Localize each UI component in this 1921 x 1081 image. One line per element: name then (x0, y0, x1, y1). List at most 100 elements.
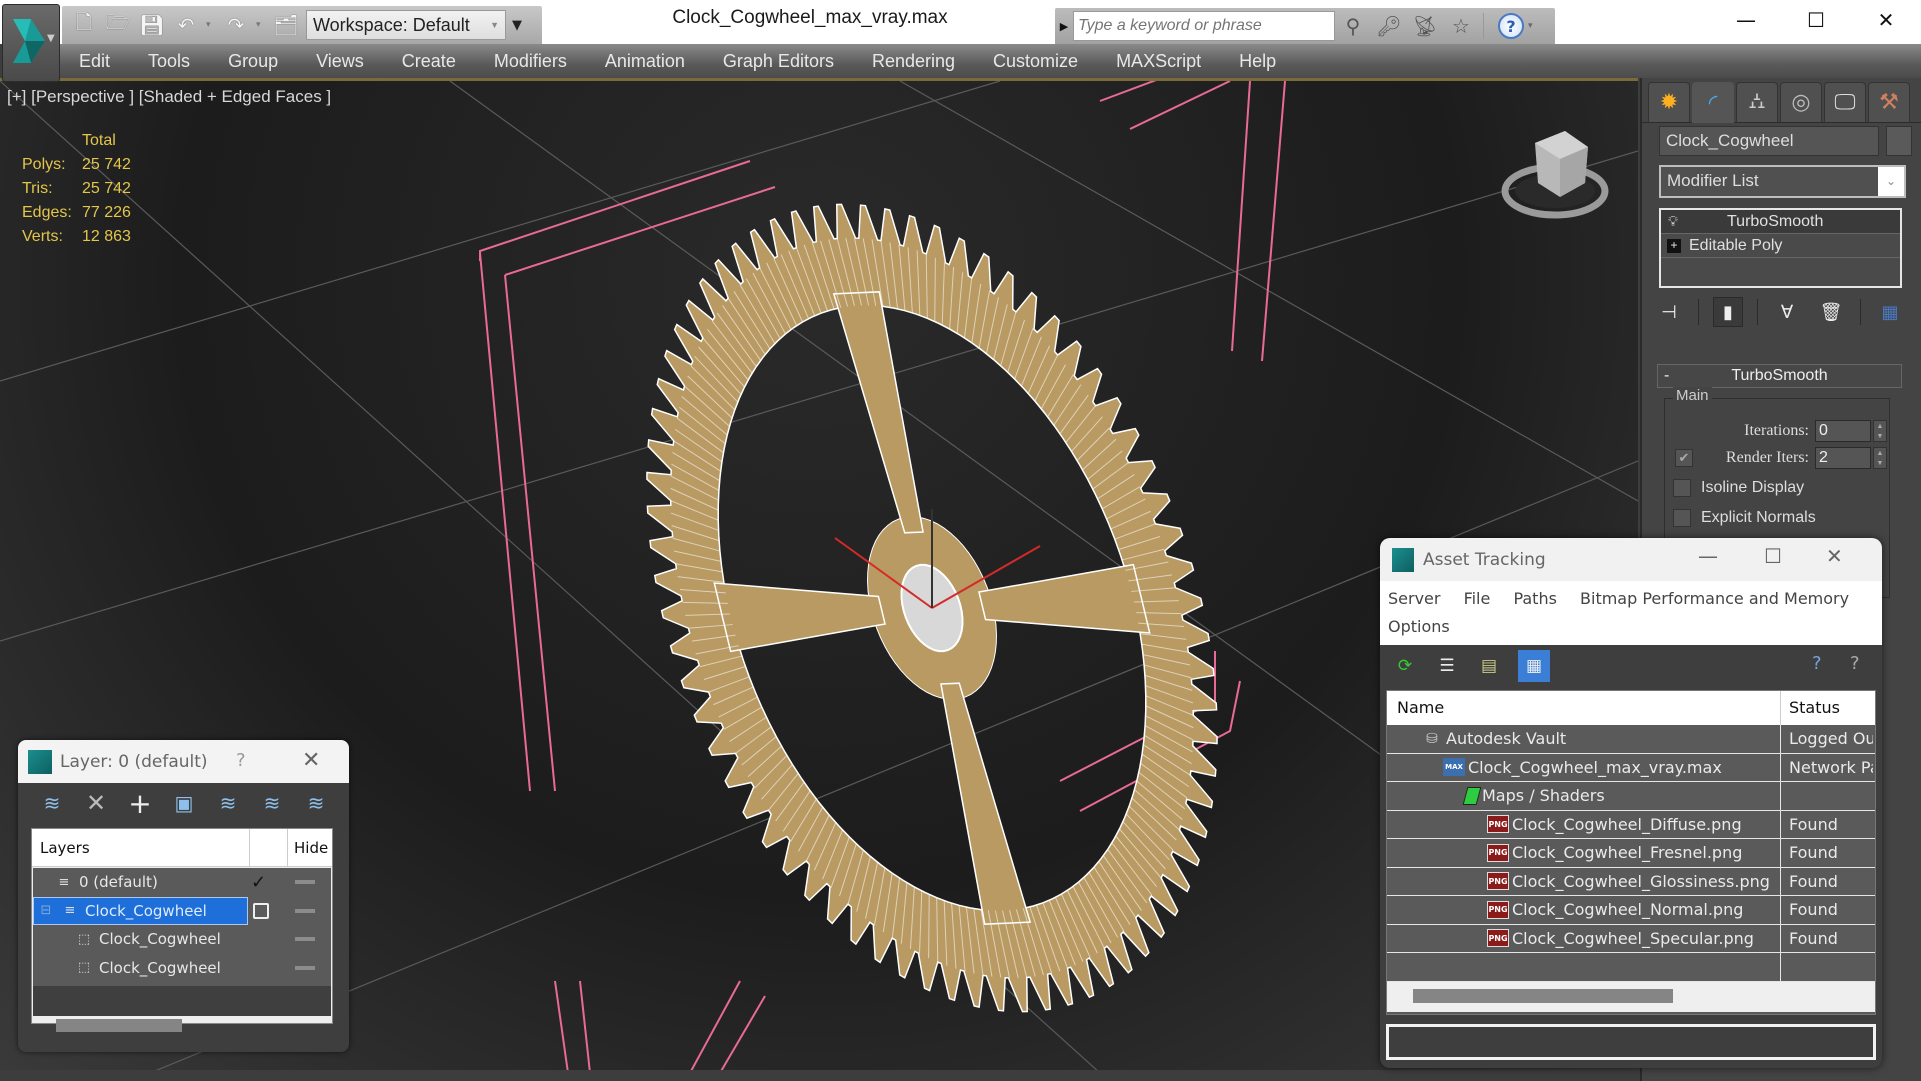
viewport-label-menu[interactable]: [+] [Perspective ] [Shaded + Edged Faces… (7, 87, 331, 107)
collapse-minus-icon[interactable]: ⊟ (37, 903, 55, 918)
open-folder-icon[interactable]: 🗁 (104, 10, 132, 39)
column-hide[interactable]: Hide (288, 839, 328, 857)
project-folder-icon[interactable]: 🗂 (272, 11, 300, 39)
display-tab[interactable]: 🖵 (1824, 82, 1866, 122)
menu-animation[interactable]: Animation (586, 51, 704, 72)
render-iters-spinner[interactable]: ▲ ▼ (1873, 447, 1887, 469)
delete-layer-icon[interactable]: ✕ (80, 788, 112, 818)
layer-settings-icon[interactable]: ≋ (300, 788, 332, 818)
redo-icon[interactable]: ↷ (222, 11, 250, 39)
render-iters-input[interactable] (1815, 447, 1871, 469)
column-name[interactable]: Name (1387, 691, 1781, 725)
object-color-swatch[interactable] (1886, 126, 1912, 156)
binoculars-icon[interactable]: ⚲ (1335, 14, 1371, 38)
layer-window-titlebar[interactable]: Layer: 0 (default) ? ✕ (18, 740, 349, 783)
lightbulb-icon[interactable]: 💡︎ (1661, 213, 1685, 230)
show-end-result-icon[interactable]: ▮ (1713, 297, 1743, 327)
menu-help[interactable]: Help (1220, 51, 1295, 72)
menu-rendering[interactable]: Rendering (853, 51, 974, 72)
menu-file[interactable]: File (1464, 589, 1491, 608)
turbosmooth-rollout-header[interactable]: - TurboSmooth (1657, 364, 1902, 388)
iterations-spinner[interactable]: ▲ ▼ (1873, 420, 1887, 442)
modify-tab[interactable]: ◜ (1692, 82, 1734, 123)
asset-row[interactable]: PNG Clock_Cogwheel_Glossiness.png Found (1387, 867, 1875, 896)
menu-edit[interactable]: Edit (60, 51, 129, 72)
tree-view-icon[interactable]: ▤ (1476, 650, 1502, 682)
minimize-button[interactable]: — (1711, 0, 1781, 40)
stack-item-editable-poly[interactable]: + Editable Poly (1661, 234, 1900, 258)
hierarchy-tab[interactable]: ⛼ (1736, 82, 1778, 122)
satellite-icon[interactable]: 📡︎ (1407, 14, 1443, 38)
menu-bitmap-performance[interactable]: Bitmap Performance and Memory (1580, 589, 1849, 608)
close-button[interactable]: ✕ (1851, 0, 1921, 40)
minimize-button[interactable]: — (1698, 544, 1718, 568)
set-current-checkbox[interactable] (253, 902, 269, 919)
asset-row[interactable]: PNG Clock_Cogwheel_Diffuse.png Found (1387, 810, 1875, 839)
close-button[interactable]: ✕ (1826, 544, 1843, 568)
help-icon[interactable]: ? (1812, 653, 1822, 674)
explicit-normals-checkbox[interactable] (1673, 509, 1691, 527)
hide-toggle[interactable] (295, 880, 315, 885)
isoline-display-checkbox[interactable] (1673, 479, 1691, 497)
menu-create[interactable]: Create (383, 51, 475, 72)
menu-paths[interactable]: Paths (1513, 589, 1556, 608)
star-icon[interactable]: ☆ (1443, 14, 1479, 38)
set-current-layer-icon[interactable]: ≋ (256, 788, 288, 818)
context-help-icon[interactable]: ? (1850, 653, 1860, 674)
asset-row[interactable]: PNG Clock_Cogwheel_Normal.png Found (1387, 896, 1875, 925)
menu-views[interactable]: Views (297, 51, 383, 72)
make-unique-icon[interactable]: ∀ (1772, 297, 1802, 327)
layer-object-row[interactable]: ⬚ Clock_Cogwheel (33, 954, 331, 983)
asset-row[interactable]: ⛁ Autodesk Vault Logged Ou (1387, 725, 1875, 754)
expand-plus-icon[interactable]: + (1667, 238, 1681, 253)
table-view-icon[interactable]: ▦ (1518, 650, 1550, 682)
refresh-icon[interactable]: ⟳ (1392, 650, 1418, 682)
layer-object-row[interactable]: ⬚ Clock_Cogwheel (33, 925, 331, 954)
undo-icon[interactable]: ↶ (172, 11, 200, 39)
object-name-field[interactable]: Clock_Cogwheel (1659, 126, 1879, 156)
customize-toolbar-icon[interactable]: ▼ (512, 18, 522, 33)
help-dropdown-icon[interactable]: ▾ (1528, 21, 1533, 31)
remove-modifier-icon[interactable]: 🗑︎ (1816, 297, 1846, 327)
menu-graph-editors[interactable]: Graph Editors (704, 51, 853, 72)
motion-tab[interactable]: ◎ (1780, 82, 1822, 122)
hide-toggle[interactable] (295, 965, 315, 970)
select-layer-icon[interactable]: ≋ (212, 788, 244, 818)
horizontal-scrollbar[interactable] (1387, 982, 1875, 1012)
layer-row[interactable]: ≡ 0 (default) ✓ (33, 868, 331, 897)
menu-server[interactable]: Server (1388, 589, 1440, 608)
iterations-input[interactable] (1815, 420, 1871, 442)
create-layer-icon[interactable]: ≋ (36, 788, 68, 818)
modifier-list-dropdown[interactable]: Modifier List ⌄ (1659, 165, 1906, 198)
workspace-dropdown[interactable]: Workspace: Default ▼ (306, 10, 506, 40)
select-objects-icon[interactable]: ▣ (168, 788, 200, 818)
asset-row[interactable]: Maps / Shaders (1387, 782, 1875, 811)
menu-maxscript[interactable]: MAXScript (1097, 51, 1220, 72)
viewcube[interactable] (1500, 121, 1620, 221)
create-tab[interactable]: ✹ (1648, 82, 1690, 122)
undo-dropdown-icon[interactable]: ▾ (206, 20, 216, 30)
column-status[interactable]: Status (1781, 691, 1840, 725)
close-button[interactable]: ✕ (302, 748, 320, 773)
app-menu-button[interactable]: ▼ (2, 4, 60, 82)
help-button[interactable]: ? (236, 750, 246, 771)
hide-toggle[interactable] (295, 908, 315, 913)
asset-row[interactable]: MAX Clock_Cogwheel_max_vray.max Network Pa (1387, 753, 1875, 782)
key-icon[interactable]: 🔑︎ (1371, 14, 1407, 38)
menu-tools[interactable]: Tools (129, 51, 209, 72)
asset-window-titlebar[interactable]: Asset Tracking — ☐ ✕ (1380, 538, 1882, 581)
configure-sets-icon[interactable]: ▦ (1875, 297, 1905, 327)
stack-item-turbosmooth[interactable]: 💡︎ TurboSmooth (1661, 210, 1900, 234)
pin-stack-icon[interactable]: ⊣ (1654, 297, 1684, 327)
save-icon[interactable]: 💾︎ (138, 11, 166, 39)
layer-row[interactable]: ⊟ ≡ Clock_Cogwheel (33, 896, 331, 926)
current-layer-check-icon[interactable]: ✓ (251, 872, 266, 893)
redo-dropdown-icon[interactable]: ▾ (256, 20, 266, 30)
asset-row[interactable]: PNG Clock_Cogwheel_Specular.png Found (1387, 924, 1875, 953)
menu-group[interactable]: Group (209, 51, 297, 72)
render-iters-checkbox[interactable]: ✔ (1675, 449, 1693, 467)
menu-modifiers[interactable]: Modifiers (475, 51, 586, 72)
list-view-icon[interactable]: ☰ (1434, 650, 1460, 682)
maximize-button[interactable]: ☐ (1781, 0, 1851, 40)
maximize-button[interactable]: ☐ (1764, 544, 1782, 568)
